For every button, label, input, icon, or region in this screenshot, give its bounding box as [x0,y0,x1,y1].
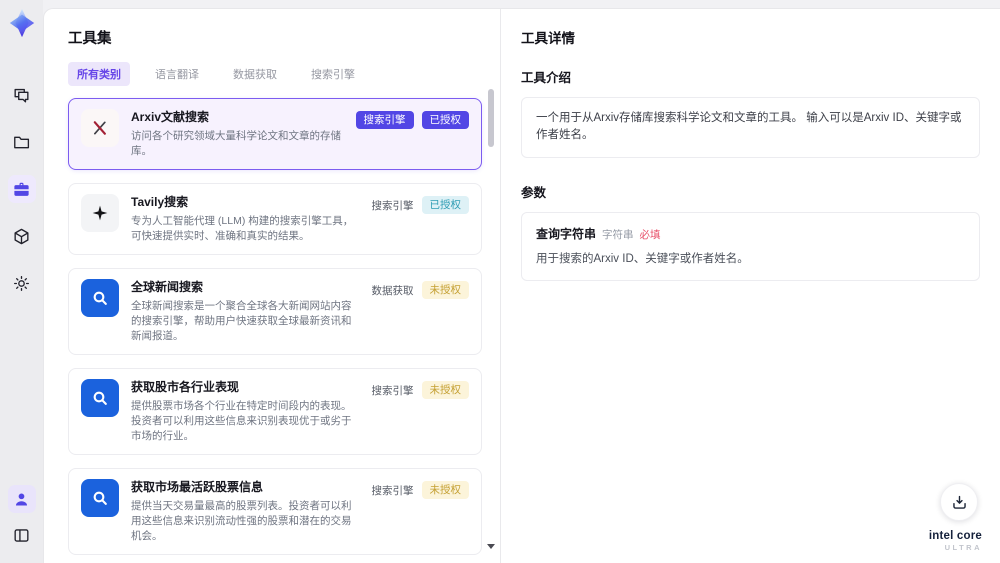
tool-description: 提供当天交易量最高的股票列表。投资者可以利用这些信息来识别流动性强的股票和潜在的… [131,500,352,542]
app-logo-icon [6,7,38,39]
params-list: 查询字符串 字符串 必填用于搜索的Arxiv ID、关键字或作者姓名。 [521,211,980,281]
user-icon [15,492,28,505]
intro-heading: 工具介绍 [521,71,572,85]
intel-core-logo: intel core ULTRA [929,526,982,553]
tool-card-1[interactable]: Tavily搜索专为人工智能代理 (LLM) 构建的搜索引擎工具，可快速提供实时… [68,183,482,255]
auth-status-badge: 已授权 [421,196,469,214]
scrollbar-down-arrow-icon[interactable] [487,544,495,549]
sidebar-item-folder[interactable] [8,128,36,156]
sidebar-item-user[interactable] [7,485,36,513]
param-head: 查询字符串 字符串 必填 [536,225,965,242]
category-tab-0[interactable]: 所有类别 [68,62,130,86]
sidebar-item-box[interactable] [8,222,36,250]
cube-icon [14,228,29,244]
category-label: 搜索引擎 [371,384,414,397]
tool-description: 专为人工智能代理 (LLM) 构建的搜索引擎工具，可快速提供实时、准确和真实的结… [131,215,354,242]
tool-card-2[interactable]: 全球新闻搜索全球新闻搜索是一个聚合全球各大新闻网站内容的搜索引擎，帮助用户快速获… [68,268,482,355]
intel-brand-text: intel core [928,529,982,542]
auth-status-badge: 已授权 [421,111,469,129]
detail-title: 工具详情 [521,31,575,46]
tool-description: 全球新闻搜索是一个聚合全球各大新闻网站内容的搜索引擎，帮助用户快速获取全球最新资… [131,300,352,342]
tool-intro-text: 一个用于从Arxiv存储库搜索科学论文和文章的工具。 输入可以是Arxiv ID… [521,97,980,158]
folder-icon [14,136,30,148]
toolbox-icon [14,182,29,196]
tool-meta: 数据获取 未授权 [371,279,469,299]
tool-card-text: 获取市场最活跃股票信息提供当天交易量最高的股票列表。投资者可以利用这些信息来识别… [131,479,362,544]
tool-card-3[interactable]: 获取股市各行业表现提供股票市场各个行业在特定时间段内的表现。投资者可以利用这些信… [68,368,482,455]
category-tab-3[interactable]: 搜索引擎 [302,62,364,86]
tool-card-0[interactable]: Arxiv文献搜索访问各个研究领域大量科学论文和文章的存储库。 搜索引擎 已授权 [68,98,482,170]
scrollbar[interactable] [487,89,495,563]
page-title: 工具集 [68,31,112,47]
tool-name: Arxiv文献搜索 [131,110,210,124]
sidebar-item-panel[interactable] [8,521,36,549]
category-badge: 搜索引擎 [355,111,414,129]
sparkle-icon [81,194,119,232]
download-button[interactable] [940,483,978,521]
tool-name: 全球新闻搜索 [131,280,204,294]
scrollbar-thumb[interactable] [488,89,494,147]
tool-card-text: 获取股市各行业表现提供股票市场各个行业在特定时间段内的表现。投资者可以利用这些信… [131,379,362,444]
tool-meta: 搜索引擎 未授权 [371,379,469,399]
sidebar [0,0,43,563]
param-required-label: 必填 [639,228,661,241]
tool-card-text: Tavily搜索专为人工智能代理 (LLM) 构建的搜索引擎工具，可快速提供实时… [131,194,362,244]
active-stocks-search-icon [81,479,119,517]
tool-name: 获取股市各行业表现 [131,380,240,394]
download-icon [952,495,966,509]
category-label: 搜索引擎 [371,484,414,497]
sidebar-nav [7,81,36,297]
arxiv-logo-icon [81,109,119,147]
params-heading: 参数 [521,185,547,200]
tool-description: 提供股票市场各个行业在特定时间段内的表现。投资者可以利用这些信息来识别表现优于或… [131,400,352,442]
tool-description: 访问各个研究领域大量科学论文和文章的存储库。 [131,130,341,157]
tool-meta: 搜索引擎 未授权 [371,479,469,499]
auth-status-badge: 未授权 [421,381,469,399]
category-label: 搜索引擎 [371,199,414,212]
intel-ultra-text: ULTRA [944,543,982,553]
panel-toggle-icon [14,528,29,542]
tool-meta: 搜索引擎 已授权 [371,194,469,214]
tool-card-text: Arxiv文献搜索访问各个研究领域大量科学论文和文章的存储库。 [131,109,346,159]
sidebar-item-settings[interactable] [8,269,36,297]
param-card-0: 查询字符串 字符串 必填用于搜索的Arxiv ID、关键字或作者姓名。 [521,211,980,281]
category-tabs: 所有类别 语言翻译 数据获取 搜索引擎 [68,62,481,86]
news-search-icon [81,279,119,317]
param-type: 字符串 [602,228,634,241]
sidebar-bottom [7,485,36,549]
chat-icon [14,88,29,103]
param-name: 查询字符串 [536,226,597,241]
tool-name: 获取市场最活跃股票信息 [131,480,264,494]
category-tab-1[interactable]: 语言翻译 [146,62,208,86]
tool-detail-panel: 工具详情 工具介绍 一个用于从Arxiv存储库搜索科学论文和文章的工具。 输入可… [501,9,1000,563]
tools-list-panel: 工具集 所有类别 语言翻译 数据获取 搜索引擎 Arxiv文献搜索 访问各个研究领域大量… [44,9,501,563]
tool-card-text: 全球新闻搜索全球新闻搜索是一个聚合全球各大新闻网站内容的搜索引擎，帮助用户快速获… [131,279,362,344]
main-content: 工具集 所有类别 语言翻译 数据获取 搜索引擎 Arxiv文献搜索 访问各个研究领域大量… [43,8,1000,563]
auth-status-badge: 未授权 [421,281,469,299]
app-root: 工具集 所有类别 语言翻译 数据获取 搜索引擎 Arxiv文献搜索 访问各个研究领域大量… [0,0,1000,563]
gear-icon [14,275,29,291]
category-tab-2[interactable]: 数据获取 [224,62,286,86]
sidebar-item-chat[interactable] [8,81,36,109]
param-description: 用于搜索的Arxiv ID、关键字或作者姓名。 [536,252,749,265]
auth-status-badge: 未授权 [421,481,469,499]
sidebar-item-tools[interactable] [7,175,36,203]
tool-card-4[interactable]: 获取市场最活跃股票信息提供当天交易量最高的股票列表。投资者可以利用这些信息来识别… [68,468,482,555]
tool-meta: 搜索引擎 已授权 [355,109,469,129]
category-label: 数据获取 [371,284,414,297]
stock-sector-search-icon [81,379,119,417]
tool-cards-list: Arxiv文献搜索 访问各个研究领域大量科学论文和文章的存储库。 搜索引擎 已授权 Ta… [68,98,482,563]
tool-name: Tavily搜索 [131,195,189,209]
